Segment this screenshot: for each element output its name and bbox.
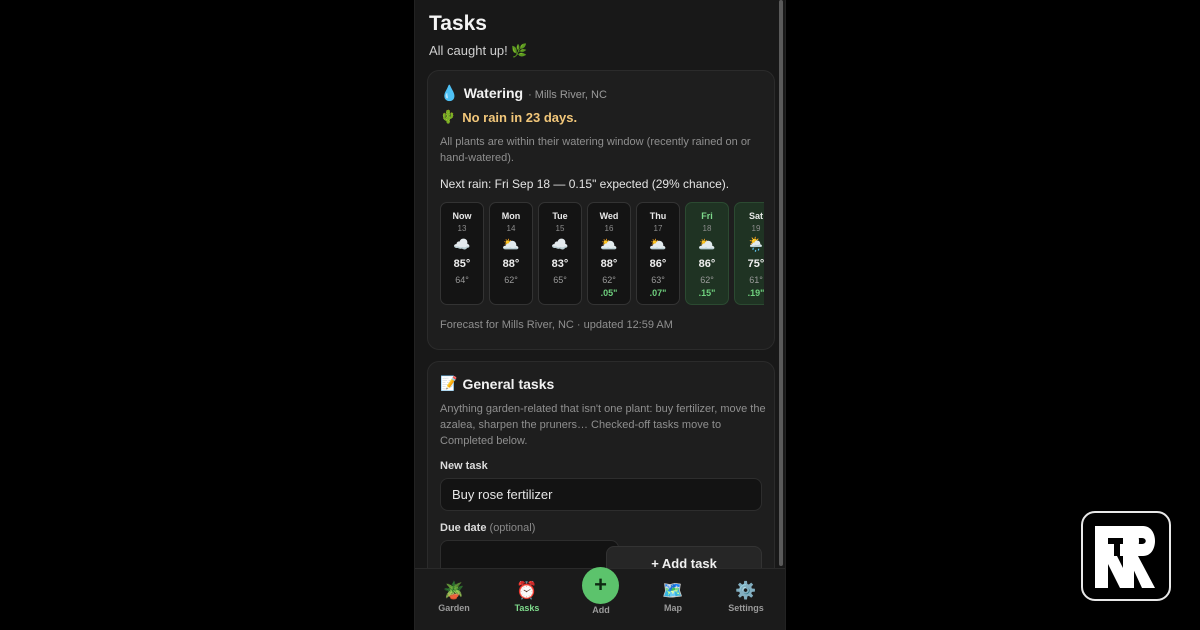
forecast-day-date: 18 bbox=[702, 224, 712, 233]
forecast-day: Mon 14 🌥️ 88° 62° bbox=[489, 202, 533, 305]
forecast-low: 61° bbox=[749, 275, 763, 285]
forecast-day-name: Thu bbox=[649, 211, 667, 221]
gear-icon: ⚙️ bbox=[735, 581, 757, 600]
tab-settings[interactable]: ⚙️ Settings bbox=[709, 569, 783, 630]
no-rain-alert-text: No rain in 23 days. bbox=[462, 109, 578, 125]
tab-label: Map bbox=[664, 603, 682, 613]
map-icon: 🗺️ bbox=[662, 581, 684, 600]
forecast-day: Tue 15 ☁️ 83° 65° bbox=[538, 202, 582, 305]
tab-garden[interactable]: 🪴 Garden bbox=[417, 569, 491, 630]
forecast-day-name: Fri bbox=[701, 211, 713, 221]
forecast-day-name: Wed bbox=[599, 211, 619, 221]
forecast-day-date: 16 bbox=[604, 224, 614, 233]
due-date-label: Due date (optional) bbox=[440, 522, 535, 534]
forecast-day-name: Now bbox=[452, 211, 472, 221]
partly-cloudy-icon: 🌥️ bbox=[698, 236, 716, 252]
forecast-day: Wed 16 🌥️ 88° 62° .05" bbox=[587, 202, 631, 305]
rain-cloud-icon: 🌦️ bbox=[747, 236, 764, 252]
due-date-optional: (optional) bbox=[489, 522, 536, 534]
forecast-low: 64° bbox=[455, 275, 469, 285]
tab-label: Tasks bbox=[514, 603, 540, 613]
forecast-low: 63° bbox=[651, 275, 665, 285]
tab-label: Garden bbox=[438, 603, 470, 613]
partly-cloudy-icon: 🌥️ bbox=[649, 236, 667, 252]
new-task-label: New task bbox=[440, 460, 488, 472]
forecast-day-date: 14 bbox=[506, 224, 516, 233]
forecast-note: Forecast for Mills River, NC · updated 1… bbox=[440, 319, 673, 331]
forecast-day-date: 19 bbox=[751, 224, 761, 233]
forecast-day: Thu 17 🌥️ 86° 63° .07" bbox=[636, 202, 680, 305]
scrollbar[interactable] bbox=[779, 0, 783, 566]
forecast-low: 65° bbox=[553, 275, 567, 285]
memo-icon: 📝 bbox=[440, 375, 458, 391]
bottom-tab-bar: 🪴 Garden ⏰ Tasks + Add 🗺️ Map ⚙️ Setting… bbox=[415, 567, 785, 630]
forecast-precip: .05" bbox=[600, 288, 618, 298]
watering-title: Watering bbox=[463, 85, 524, 101]
page-subtitle: All caught up! 🌿 bbox=[429, 43, 528, 58]
forecast-high: 88° bbox=[600, 258, 618, 270]
droplet-icon: 💧 bbox=[440, 85, 459, 102]
forecast-day-date: 15 bbox=[555, 224, 565, 233]
no-rain-alert: 🌵 No rain in 23 days. bbox=[440, 109, 577, 125]
rr-logo-icon bbox=[1081, 511, 1171, 601]
tab-map[interactable]: 🗺️ Map bbox=[636, 569, 710, 630]
forecast-high: 86° bbox=[698, 258, 716, 270]
watering-header: 💧 Watering · Mills River, NC bbox=[440, 84, 607, 102]
cactus-icon: 🌵 bbox=[440, 109, 457, 124]
add-label: Add bbox=[592, 605, 610, 615]
watering-description: All plants are within their watering win… bbox=[440, 136, 751, 164]
cloudy-icon: ☁️ bbox=[453, 236, 471, 252]
forecast-precip: .19" bbox=[747, 288, 764, 298]
forecast-day-rain: Fri 18 🌥️ 86° 62° .15" bbox=[685, 202, 729, 305]
forecast-precip: .15" bbox=[698, 288, 716, 298]
forecast-high: 88° bbox=[502, 258, 520, 270]
partly-cloudy-icon: 🌥️ bbox=[600, 236, 618, 252]
rr-logo-mark bbox=[1095, 526, 1155, 588]
new-task-input[interactable]: Buy rose fertilizer bbox=[440, 478, 762, 511]
forecast-high: 86° bbox=[649, 258, 667, 270]
forecast-strip[interactable]: Now 13 ☁️ 85° 64° Mon 14 🌥️ 88° 62° Tue … bbox=[440, 202, 764, 306]
next-rain-text: Next rain: Fri Sep 18 — 0.15" expected (… bbox=[440, 177, 730, 191]
cloudy-icon: ☁️ bbox=[551, 236, 569, 252]
general-tasks-description: Anything garden-related that isn't one p… bbox=[440, 403, 766, 447]
app-screen: Tasks All caught up! 🌿 💧 Watering · Mill… bbox=[414, 0, 786, 630]
forecast-day-rain: Sat 19 🌦️ 75° 61° .19" bbox=[734, 202, 764, 305]
forecast-low: 62° bbox=[602, 275, 616, 285]
tab-tasks[interactable]: ⏰ Tasks bbox=[490, 569, 564, 630]
forecast-low: 62° bbox=[700, 275, 714, 285]
forecast-day-name: Tue bbox=[552, 211, 568, 221]
forecast-high: 83° bbox=[551, 258, 569, 270]
potted-plant-icon: 🪴 bbox=[443, 581, 465, 600]
general-tasks-card: 📝 General tasks Anything garden-related … bbox=[427, 361, 775, 601]
general-tasks-title: General tasks bbox=[462, 375, 555, 392]
forecast-day-name: Sat bbox=[748, 211, 763, 221]
forecast-day-name: Mon bbox=[501, 211, 521, 221]
page-title: Tasks bbox=[429, 12, 487, 35]
partly-cloudy-icon: 🌥️ bbox=[502, 236, 520, 252]
tab-label: Settings bbox=[728, 603, 764, 613]
add-button[interactable]: + bbox=[582, 567, 619, 604]
forecast-high: 75° bbox=[747, 258, 764, 270]
watering-location: · Mills River, NC bbox=[528, 89, 607, 101]
due-date-label-text: Due date bbox=[440, 522, 487, 534]
forecast-low: 62° bbox=[504, 275, 518, 285]
general-tasks-header: 📝 General tasks bbox=[440, 375, 554, 392]
forecast-high: 85° bbox=[453, 258, 471, 270]
forecast-day-date: 17 bbox=[653, 224, 663, 233]
forecast-precip: .07" bbox=[649, 288, 667, 298]
watering-card: 💧 Watering · Mills River, NC 🌵 No rain i… bbox=[427, 70, 775, 350]
forecast-day-date: 13 bbox=[457, 224, 467, 233]
forecast-day: Now 13 ☁️ 85° 64° bbox=[440, 202, 484, 305]
alarm-clock-icon: ⏰ bbox=[516, 581, 538, 600]
